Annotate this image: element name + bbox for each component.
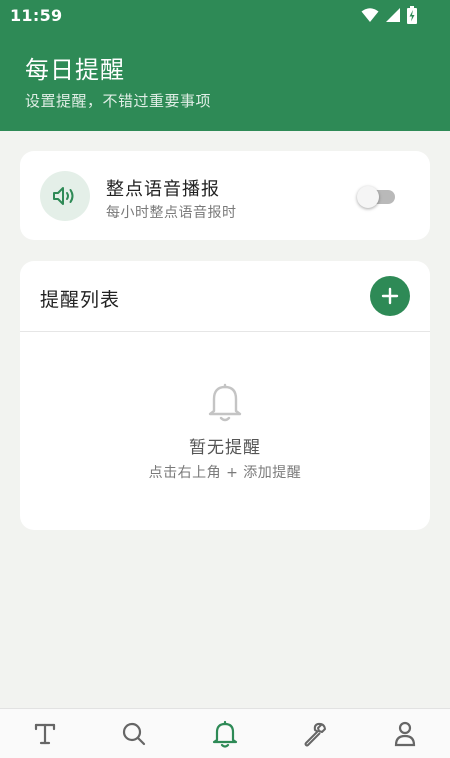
empty-bell-icon [208, 383, 242, 422]
nav-item-reminders[interactable] [211, 720, 239, 748]
speaker-icon [53, 187, 74, 205]
hourly-announcement-toggle[interactable] [357, 183, 395, 209]
add-reminder-button[interactable] [370, 276, 410, 316]
nav-item-tools[interactable] [301, 720, 329, 748]
user-icon [394, 721, 416, 747]
battery-icon [407, 6, 417, 24]
nav-item-search[interactable] [120, 720, 148, 748]
screen: 11:59 每日提醒 设置提醒，不错过重要事项 整点语音播报 每小时整点语音报时… [0, 0, 450, 758]
toggle-knob [357, 186, 379, 208]
header: 11:59 每日提醒 设置提醒，不错过重要事项 [0, 0, 450, 131]
nav-item-text[interactable] [31, 720, 59, 748]
page-subtitle: 设置提醒，不错过重要事项 [25, 92, 212, 110]
speaker-icon-badge [40, 171, 90, 221]
search-icon [122, 722, 146, 746]
plus-icon [381, 287, 399, 305]
status-time: 11:59 [10, 6, 63, 25]
cellular-signal-icon [386, 8, 400, 22]
empty-state-title: 暂无提醒 [189, 438, 261, 458]
list-divider [20, 331, 430, 332]
bottom-navigation [0, 708, 450, 758]
reminder-list-card: 提醒列表 暂无提醒 点击右上角 + 添加提醒 [20, 261, 430, 530]
reminder-list-title: 提醒列表 [40, 289, 121, 311]
hourly-announcement-description: 每小时整点语音报时 [106, 205, 237, 221]
hourly-announcement-title: 整点语音播报 [106, 179, 220, 200]
nav-item-profile[interactable] [391, 720, 419, 748]
empty-state-hint: 点击右上角 + 添加提醒 [148, 465, 302, 481]
bell-icon [212, 720, 238, 748]
wrench-icon [304, 722, 326, 747]
text-icon [34, 723, 56, 745]
status-icons [361, 6, 417, 24]
hourly-announcement-card: 整点语音播报 每小时整点语音报时 [20, 151, 430, 240]
wifi-icon [361, 8, 379, 22]
page-title: 每日提醒 [25, 56, 125, 84]
